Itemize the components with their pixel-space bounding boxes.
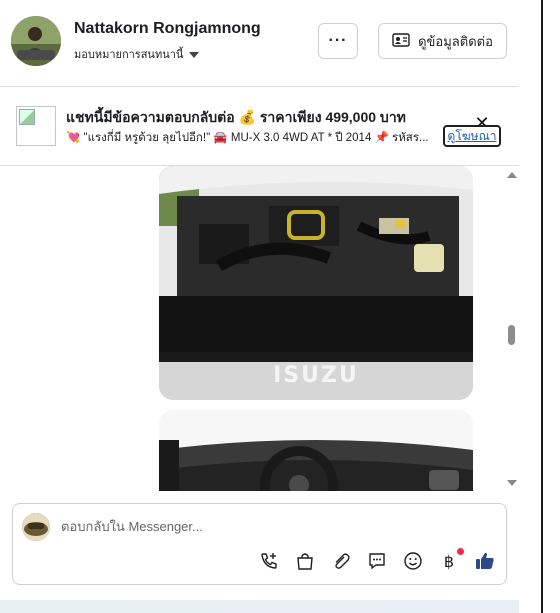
contact-avatar[interactable] [11, 16, 61, 66]
chevron-down-icon [189, 51, 200, 58]
assign-label: มอบหมายการสนทนานี้ [74, 49, 184, 61]
paperclip-icon[interactable] [330, 550, 352, 572]
phone-plus-icon[interactable] [258, 550, 280, 572]
baht-icon[interactable]: ฿ [438, 548, 464, 572]
side-gutter [519, 0, 560, 613]
scrollbar-thumb[interactable] [508, 325, 515, 345]
chat-bubble-icon[interactable] [366, 550, 388, 572]
contact-card-icon [392, 32, 410, 50]
engine-bay-photo[interactable]: ISUZU [159, 166, 473, 400]
view-contact-info-label: ดูข้อมูลติดต่อ [418, 33, 493, 49]
assign-conversation-dropdown[interactable]: มอบหมายการสนทนานี้ [74, 45, 200, 63]
more-options-button[interactable]: ··· [318, 23, 358, 59]
contact-name[interactable]: Nattakorn Rongjamnong [74, 20, 261, 38]
reply-input[interactable] [61, 519, 481, 534]
notification-dot [457, 548, 464, 555]
thumbs-up-icon[interactable] [474, 550, 496, 572]
scroll-down-icon[interactable] [507, 480, 517, 486]
shopping-bag-icon[interactable] [294, 550, 316, 572]
scroll-up-icon[interactable] [507, 172, 517, 178]
conversation-panel: Nattakorn Rongjamnong มอบหมายการสนทนานี้… [0, 0, 519, 600]
page-avatar [22, 513, 50, 541]
view-contact-info-button[interactable]: ดูข้อมูลติดต่อ [378, 23, 507, 59]
message-composer: ฿ [12, 503, 507, 585]
header-divider [0, 86, 519, 87]
bottom-background [0, 600, 519, 613]
ad-thumbnail [16, 106, 56, 146]
ad-title: แชทนี้มีข้อความตอบกลับต่อ 💰 ราคาเพียง 49… [66, 109, 406, 125]
smiley-icon[interactable] [402, 550, 424, 572]
svg-text:฿: ฿ [444, 552, 454, 571]
ad-description: 💘 "แรงกี่มี หรูด้วย ลุยไปอีก!" 🚘 MU-X 3.… [66, 132, 429, 144]
message-thread[interactable]: ISUZU [0, 166, 519, 491]
dashboard-photo[interactable] [159, 410, 473, 491]
isuzu-badge: ISUZU [273, 363, 359, 388]
view-ad-link[interactable]: ดูโฆษณา [443, 125, 501, 147]
window-edge [541, 0, 543, 613]
